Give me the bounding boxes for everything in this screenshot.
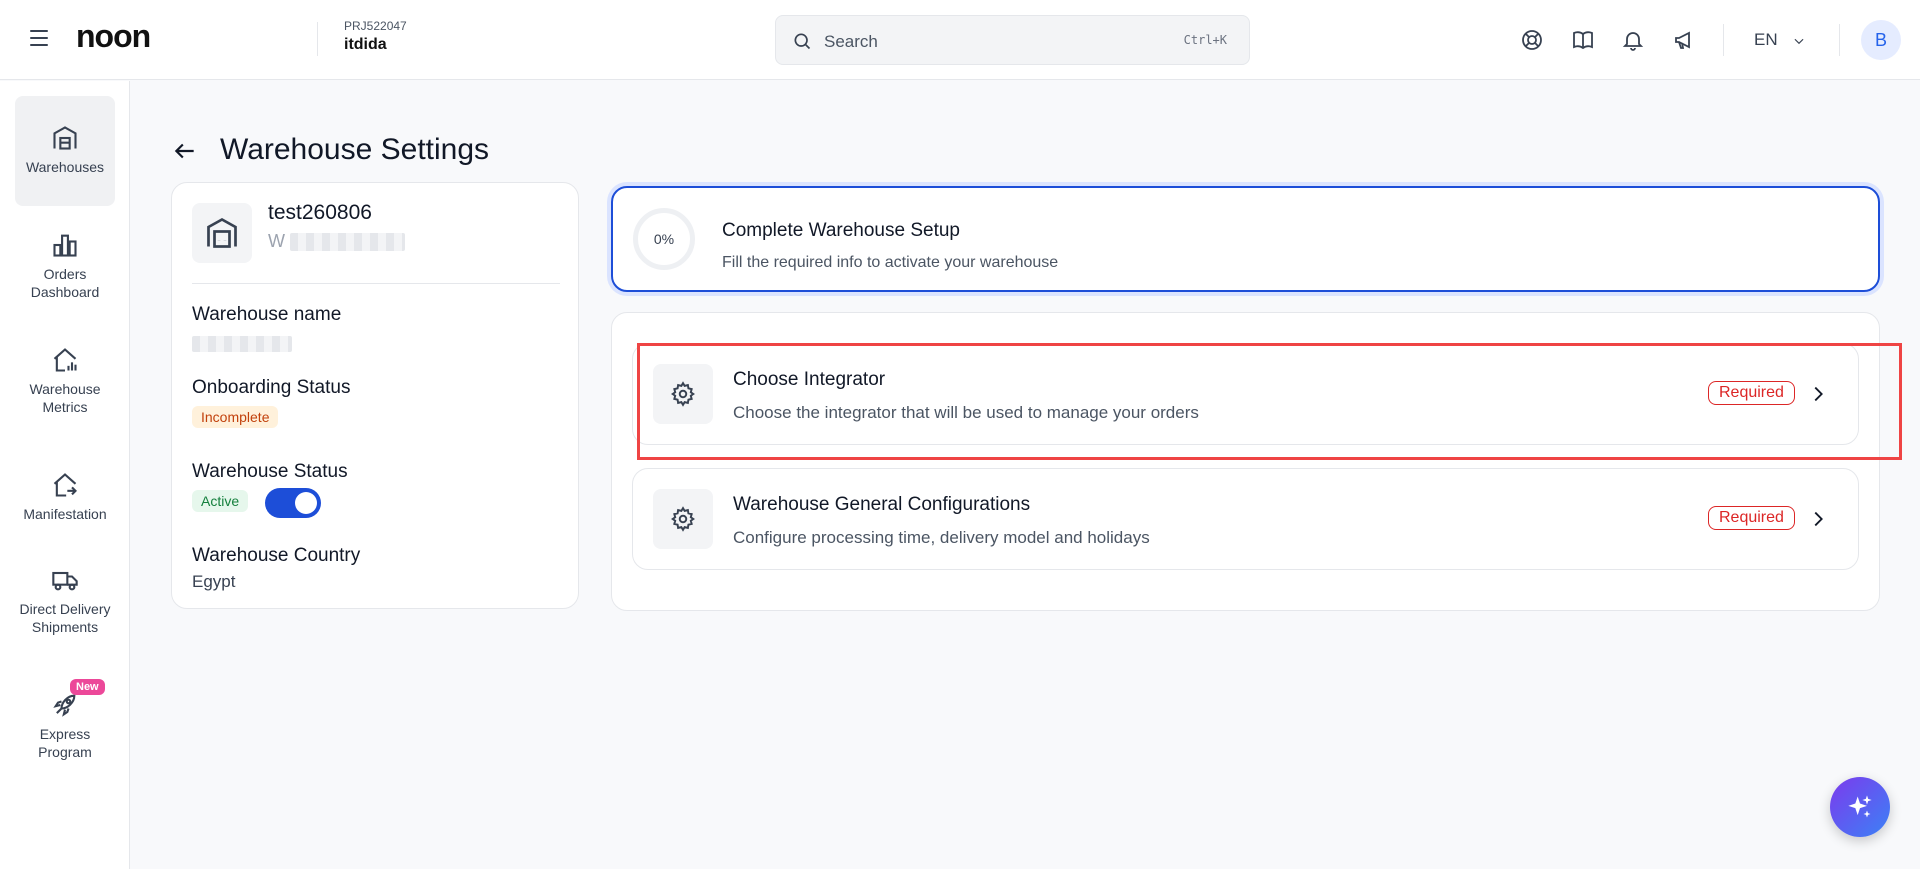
search-placeholder: Search — [824, 32, 878, 51]
language-selector[interactable]: EN — [1754, 30, 1806, 50]
warehouse-country-value: Egypt — [192, 572, 236, 591]
page-title: Warehouse Settings — [220, 133, 490, 166]
project-switcher[interactable]: PRJ522047 itdida — [344, 19, 407, 54]
sidebar-item-manifestation[interactable]: Manifestation — [15, 471, 115, 531]
setup-steps-card: Choose Integrator Choose the integrator … — [611, 312, 1880, 611]
help-lifebuoy-icon[interactable] — [1520, 28, 1544, 52]
step-choose-integrator[interactable]: Choose Integrator Choose the integrator … — [632, 343, 1859, 445]
project-name: itdida — [344, 36, 387, 53]
header-divider — [1839, 24, 1840, 56]
gear-icon — [671, 381, 695, 407]
setup-title: Complete Warehouse Setup — [722, 220, 960, 241]
new-badge: New — [70, 679, 105, 695]
toggle-knob — [295, 492, 317, 514]
step-subtitle: Configure processing time, delivery mode… — [733, 528, 1150, 547]
sidebar-item-label: Warehouse Metrics — [29, 381, 101, 415]
search-shortcut: Ctrl+K — [1183, 33, 1227, 47]
required-badge: Required — [1708, 381, 1795, 405]
bar-chart-icon — [53, 234, 77, 257]
warehouse-name-value — [192, 333, 292, 353]
bell-icon[interactable] — [1621, 28, 1645, 52]
redacted-text — [290, 233, 406, 252]
gear-icon — [671, 506, 695, 532]
sidebar-item-label: Direct Delivery Shipments — [19, 601, 111, 635]
onboarding-status-label: Onboarding Status — [192, 377, 351, 398]
required-badge: Required — [1708, 506, 1795, 530]
step-general-configurations[interactable]: Warehouse General Configurations Configu… — [632, 468, 1859, 570]
house-arrow-icon — [53, 473, 77, 497]
header-divider — [317, 22, 318, 56]
warehouse-status-toggle[interactable] — [265, 488, 321, 518]
search-icon — [794, 33, 811, 50]
step-icon-box — [653, 489, 713, 549]
warehouse-status-label: Warehouse Status — [192, 461, 348, 482]
warehouse-icon — [53, 126, 77, 150]
ai-assistant-button[interactable] — [1830, 777, 1890, 837]
noon-logo[interactable]: noon — [76, 18, 151, 55]
sidebar-item-label: Orders Dashboard — [30, 266, 100, 300]
sidebar: Warehouses Orders Dashboard Warehouse Me… — [0, 81, 130, 869]
house-chart-icon — [53, 348, 77, 372]
search-input[interactable]: Search Ctrl+K — [775, 15, 1250, 65]
header-divider — [1723, 24, 1724, 56]
avatar[interactable]: B — [1861, 20, 1901, 60]
sidebar-item-express-program[interactable]: New Express Program — [15, 679, 115, 769]
truck-icon — [52, 571, 78, 591]
sidebar-item-label: Manifestation — [23, 506, 107, 522]
warehouse-avatar — [192, 203, 252, 263]
sidebar-item-warehouse-metrics[interactable]: Warehouse Metrics — [15, 346, 115, 426]
rocket-icon — [53, 694, 76, 717]
sidebar-item-label: Warehouses — [25, 159, 105, 175]
chevron-down-icon — [1794, 38, 1804, 44]
setup-progress-card: 0% Complete Warehouse Setup Fill the req… — [611, 186, 1880, 292]
menu-icon[interactable] — [30, 30, 48, 46]
setup-subtitle: Fill the required info to activate your … — [722, 254, 1059, 271]
warehouse-info-card: test260806 W Warehouse name Onboarding S… — [171, 182, 579, 609]
top-header: noon PRJ522047 itdida Search Ctrl+K EN B — [0, 0, 1920, 80]
progress-ring: 0% — [633, 208, 695, 270]
warehouse-id: W — [268, 231, 406, 252]
warehouse-id-prefix: W — [268, 231, 285, 251]
step-title: Choose Integrator — [733, 369, 886, 390]
onboarding-status-badge: Incomplete — [192, 406, 279, 428]
sparkle-icon — [1848, 795, 1872, 818]
step-subtitle: Choose the integrator that will be used … — [733, 403, 1199, 422]
step-icon-box — [653, 364, 713, 424]
warehouse-icon — [207, 217, 237, 248]
warehouse-code: test260806 — [268, 201, 372, 224]
project-id: PRJ522047 — [344, 19, 407, 33]
sidebar-item-orders-dashboard[interactable]: Orders Dashboard — [15, 231, 115, 311]
divider — [192, 283, 560, 284]
warehouse-status-badge: Active — [192, 490, 249, 512]
warehouse-country-label: Warehouse Country — [192, 545, 361, 566]
sidebar-item-warehouses[interactable]: Warehouses — [15, 96, 115, 206]
megaphone-icon[interactable] — [1672, 28, 1696, 52]
sidebar-item-label: Express Program — [38, 726, 92, 760]
back-arrow-icon[interactable] — [172, 138, 198, 164]
book-icon[interactable] — [1571, 28, 1595, 52]
redacted-text — [192, 335, 292, 352]
sidebar-item-direct-delivery-shipments[interactable]: Direct Delivery Shipments — [15, 566, 115, 656]
step-title: Warehouse General Configurations — [733, 494, 1031, 515]
chevron-right-icon — [1814, 511, 1823, 527]
chevron-right-icon — [1814, 386, 1823, 402]
language-label: EN — [1754, 30, 1778, 49]
warehouse-name-label: Warehouse name — [192, 304, 342, 325]
